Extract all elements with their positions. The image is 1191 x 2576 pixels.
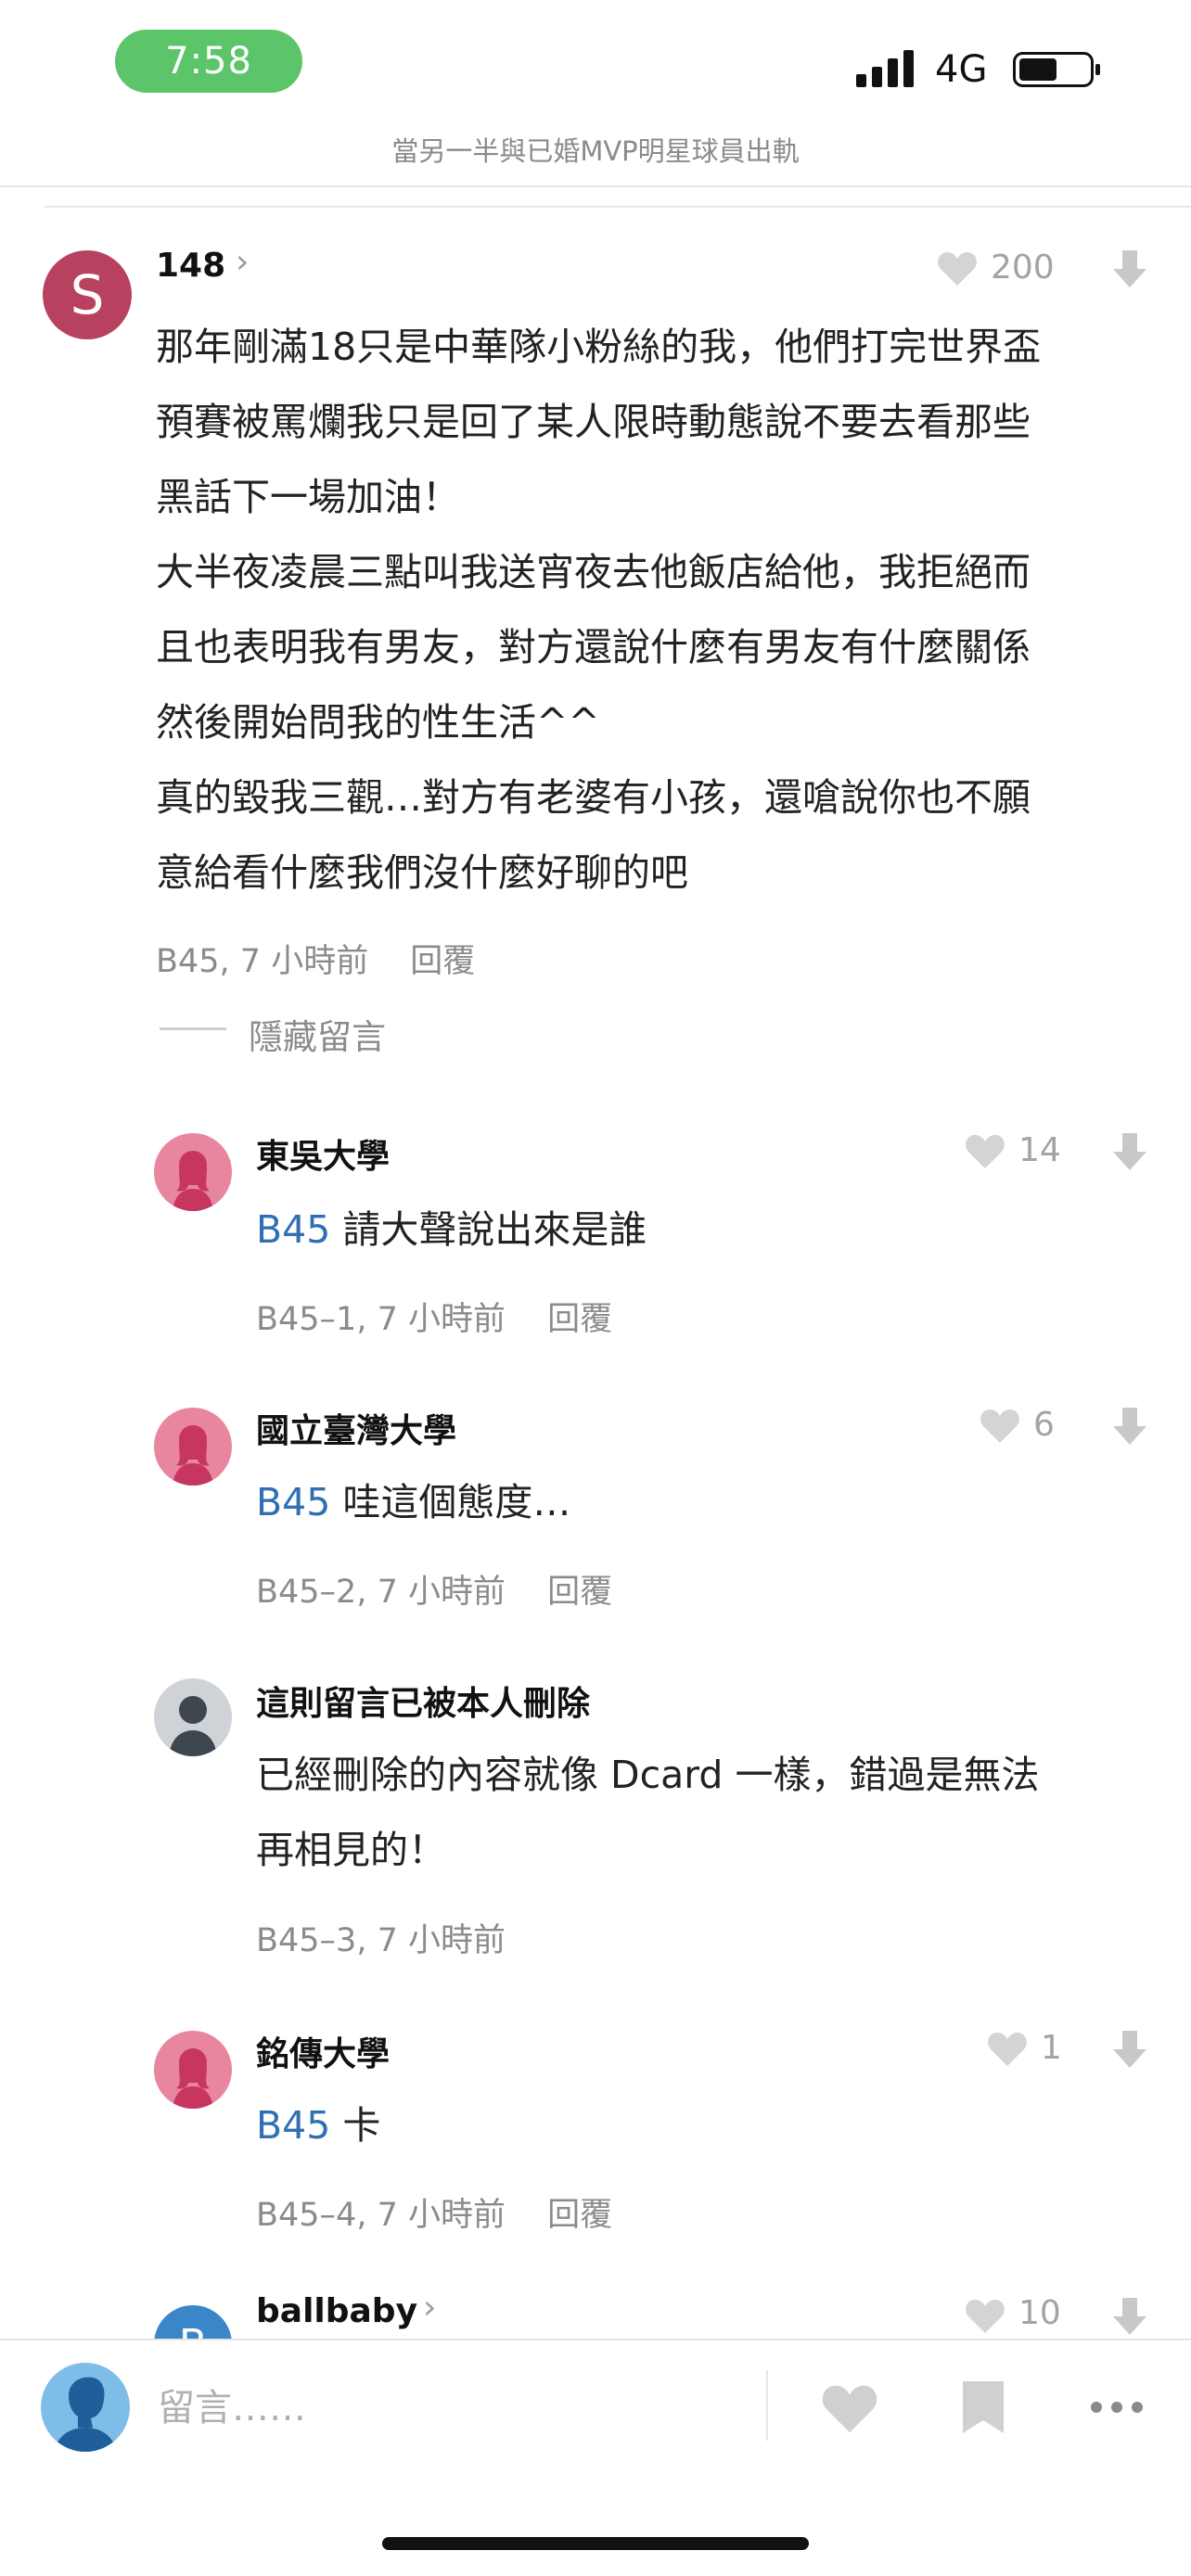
divider	[766, 2370, 768, 2441]
reply-text: 再相見的！	[256, 1828, 446, 1872]
avatar[interactable]	[154, 2031, 232, 2109]
comment-meta: B45, 7 小時前	[156, 943, 369, 980]
signal-icon	[856, 50, 914, 87]
comment-meta-row: B45–3, 7 小時前	[256, 1914, 506, 1961]
comment-line: 然後開始問我的性生活^^	[156, 700, 600, 745]
divider	[0, 185, 1191, 187]
chevron-right-icon[interactable]: ›	[423, 2289, 436, 2327]
comment-author[interactable]: 銘傳大學	[256, 2027, 390, 2075]
reply-body: 已經刪除的內容就像 Dcard 一樣，錯過是無法 再相見的！	[256, 1738, 1146, 1888]
comment-meta: B45–4, 7 小時前	[256, 2197, 506, 2234]
comment-meta-row: B45–2, 7 小時前 回覆	[256, 1565, 612, 1613]
reply-text: 已經刪除的內容就像 Dcard 一樣，錯過是無法	[256, 1753, 1040, 1797]
reply-text: 卡	[342, 2103, 381, 2148]
heart-icon[interactable]	[965, 1133, 1005, 1170]
avatar	[154, 1678, 232, 1756]
heart-icon[interactable]	[965, 2298, 1005, 2335]
avatar[interactable]	[154, 1408, 232, 1486]
comment-author[interactable]: 東吳大學	[256, 1129, 390, 1178]
like-count: 14	[1018, 1131, 1061, 1169]
reply-body: B45 請大聲說出來是誰	[256, 1192, 647, 1268]
comment-meta-row: B45–4, 7 小時前 回覆	[256, 2188, 612, 2236]
home-indicator[interactable]	[382, 2537, 809, 2550]
floor-tag[interactable]: B45	[256, 1480, 330, 1524]
heart-icon[interactable]	[937, 250, 978, 287]
downvote-icon[interactable]	[1111, 1406, 1148, 1447]
page-title: 當另一半與已婚MVP明星球員出軌	[391, 135, 800, 167]
user-silhouette-icon	[173, 1425, 213, 1486]
like-count: 200	[991, 249, 1055, 287]
user-silhouette-icon	[173, 1151, 213, 1211]
heart-icon[interactable]	[987, 2031, 1028, 2068]
downvote-icon[interactable]	[1111, 249, 1148, 289]
reply-text: 請大聲說出來是誰	[342, 1207, 647, 1252]
user-silhouette-icon	[54, 2377, 117, 2452]
comment-meta: B45–2, 7 小時前	[256, 1574, 506, 1611]
comment-meta: B45–3, 7 小時前	[256, 1922, 506, 1959]
comment-line: 真的毀我三觀…對方有老婆有小孩，還嗆說你也不願	[156, 775, 1031, 820]
reply-button[interactable]: 回覆	[547, 1574, 612, 1611]
like-count: 10	[1018, 2294, 1061, 2332]
comment-line: 預賽被罵爛我只是回了某人限時動態說不要去看那些	[156, 400, 1031, 444]
list-item: B ballbaby › 10	[0, 2281, 1191, 2339]
status-time: 7:58	[115, 30, 302, 93]
heart-icon[interactable]	[820, 2383, 879, 2435]
comment-line: 且也表明我有男友，對方還說什麼有男友有什麼關係	[156, 625, 1031, 670]
user-silhouette-icon	[173, 2048, 213, 2109]
divider	[160, 1027, 226, 1030]
reply-body: B45 卡	[256, 2088, 380, 2163]
comment-author[interactable]: 148	[156, 247, 225, 285]
comment-line: 黑話下一場加油！	[156, 475, 460, 519]
floor-tag[interactable]: B45	[256, 2103, 330, 2148]
comment-meta-row: B45–1, 7 小時前 回覆	[256, 1293, 612, 1340]
avatar[interactable]	[41, 2363, 130, 2452]
reply-button[interactable]: 回覆	[547, 1301, 612, 1338]
comment-author[interactable]: ballbaby	[256, 2292, 417, 2330]
battery-icon	[1013, 52, 1100, 87]
bookmark-icon[interactable]	[961, 2379, 1005, 2435]
reply-body: B45 哇這個態度…	[256, 1465, 570, 1540]
reply-text: 哇這個態度…	[342, 1480, 571, 1524]
comment-meta-row: B45, 7 小時前 回覆	[156, 935, 475, 982]
comment-line: 那年剛滿18只是中華隊小粉絲的我，他們打完世界盃	[156, 325, 1042, 369]
chevron-right-icon[interactable]: ›	[236, 243, 249, 281]
downvote-icon[interactable]	[1111, 1131, 1148, 1172]
comment-meta: B45–1, 7 小時前	[256, 1301, 506, 1338]
comment-author[interactable]: 國立臺灣大學	[256, 1404, 456, 1452]
reply-button[interactable]: 回覆	[410, 943, 475, 980]
downvote-icon[interactable]	[1111, 2029, 1148, 2070]
downvote-icon[interactable]	[1111, 2296, 1148, 2337]
like-count: 1	[1041, 2029, 1062, 2067]
hide-comments-button[interactable]: 隱藏留言	[249, 1009, 386, 1059]
comment-input[interactable]	[156, 2379, 735, 2437]
reply-button[interactable]: 回覆	[547, 2197, 612, 2234]
comment-author: 這則留言已被本人刪除	[256, 1685, 591, 1723]
avatar[interactable]: B	[154, 2305, 232, 2339]
more-icon[interactable]	[1089, 2398, 1145, 2417]
comment-line: 大半夜凌晨三點叫我送宵夜去他飯店給他，我拒絕而	[156, 550, 1031, 594]
avatar[interactable]: S	[43, 250, 132, 339]
comment-body: 那年剛滿18只是中華隊小粉絲的我，他們打完世界盃 預賽被罵爛我只是回了某人限時動…	[156, 310, 1139, 911]
divider	[0, 2339, 1191, 2340]
user-silhouette-icon	[169, 1696, 217, 1756]
divider	[45, 206, 1191, 208]
floor-tag[interactable]: B45	[256, 1207, 330, 1252]
avatar[interactable]	[154, 1133, 232, 1211]
network-label: 4G	[935, 48, 988, 91]
heart-icon[interactable]	[980, 1408, 1020, 1445]
like-count: 6	[1033, 1406, 1055, 1444]
comment-line: 意給看什麼我們沒什麼好聊的吧	[156, 850, 688, 895]
